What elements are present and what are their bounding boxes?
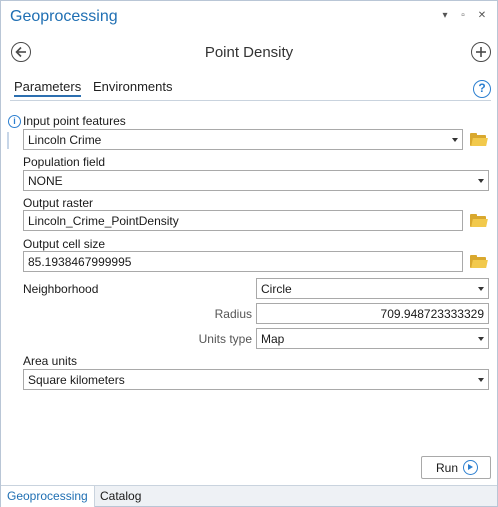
pane-title: Geoprocessing [10,8,118,25]
input-point-features-dropdown[interactable]: Lincoln Crime [23,129,463,150]
output-cell-size-input[interactable]: 85.1938467999995 [23,251,463,272]
divider [10,100,491,101]
units-type-label: Units type [198,332,252,346]
neighborhood-value: Circle [261,282,292,296]
pane-titlebar: Geoprocessing ▾ ▫ ✕ [1,1,497,34]
chevron-down-icon [478,179,484,183]
radius-input[interactable]: 709.948723333329 [256,303,489,324]
neighborhood-label: Neighborhood [23,282,99,296]
chevron-down-icon [478,287,484,291]
area-units-value: Square kilometers [28,373,125,387]
chevron-down-icon [452,138,458,142]
run-button[interactable]: Run [421,456,491,479]
neighborhood-dropdown[interactable]: Circle [256,278,489,299]
output-cell-size-label: Output cell size [23,237,106,251]
browse-folder-icon[interactable] [470,255,488,269]
output-raster-label: Output raster [23,196,94,210]
tab-environments[interactable]: Environments [93,79,172,94]
maximize-icon[interactable]: ▫ [456,9,470,23]
area-units-label: Area units [23,354,78,368]
tool-header: Point Density [1,34,497,74]
tool-title: Point Density [204,44,294,61]
output-raster-value: Lincoln_Crime_PointDensity [28,214,179,228]
radius-label: Radius [214,307,252,321]
browse-folder-icon[interactable] [470,133,488,147]
tab-parameters[interactable]: Parameters [14,79,82,97]
tab-geoprocessing[interactable]: Geoprocessing [1,486,95,507]
area-units-dropdown[interactable]: Square kilometers [23,369,489,390]
play-circle-icon [463,460,478,475]
geoprocessing-pane: Geoprocessing ▾ ▫ ✕ Point Density Parame… [0,0,498,507]
pane-bottom-tabs: Geoprocessing Catalog [1,485,497,507]
radius-value: 709.948723333329 [380,307,484,321]
help-icon[interactable]: ? [473,80,491,98]
units-type-dropdown[interactable]: Map [256,328,489,349]
output-raster-input[interactable]: Lincoln_Crime_PointDensity [23,210,463,231]
run-button-label: Run [436,461,459,475]
input-highlight-bar [7,132,9,149]
input-point-features-value: Lincoln Crime [28,133,102,147]
close-icon[interactable]: ✕ [475,9,489,23]
pane-menu-icon[interactable]: ▾ [438,9,452,23]
info-icon[interactable]: i [8,115,21,128]
plus-icon [476,47,486,57]
input-point-features-label: Input point features [23,114,126,128]
tab-catalog[interactable]: Catalog [94,486,147,507]
output-cell-size-value: 85.1938467999995 [28,255,132,269]
chevron-down-icon [478,337,484,341]
population-field-label: Population field [23,155,106,169]
population-field-value: NONE [28,174,63,188]
population-field-dropdown[interactable]: NONE [23,170,489,191]
add-button[interactable] [471,42,491,62]
browse-folder-icon[interactable] [470,214,488,228]
units-type-value: Map [261,332,285,346]
chevron-down-icon [478,378,484,382]
